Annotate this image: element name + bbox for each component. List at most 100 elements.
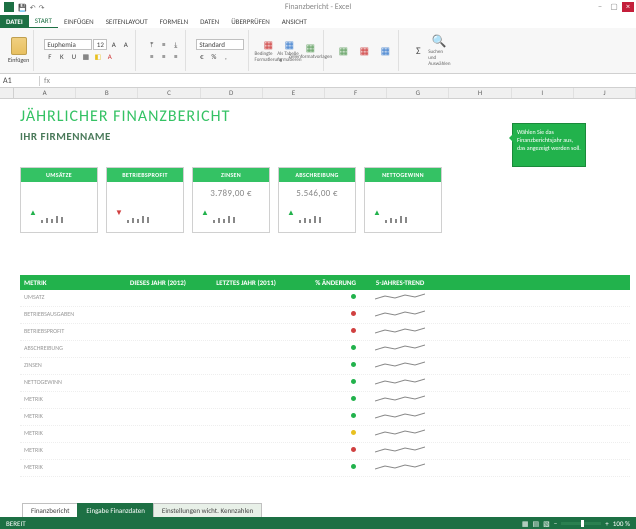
zoom-in-button[interactable]: + [605,519,609,528]
sheet-tab-finanzbericht[interactable]: Finanzbericht [22,503,78,517]
tab-file[interactable]: DATEI [0,15,29,28]
align-top-button[interactable]: ⤒ [146,39,157,50]
tab-review[interactable]: ÜBERPRÜFEN [225,15,276,28]
tab-data[interactable]: DATEN [194,15,225,28]
tab-pagelayout[interactable]: SEITENLAYOUT [100,15,154,28]
select-all-corner[interactable] [0,88,14,98]
delete-cells-button[interactable]: ▦ [355,41,373,61]
cell-change [280,426,360,442]
maximize-button[interactable]: ▢ [608,2,620,12]
redo-icon[interactable]: ↷ [39,3,45,12]
sheet-tabs: Finanzbericht Eingabe Finanzdaten Einste… [22,503,261,517]
cell-metric-name: UMSATZ [20,290,100,306]
undo-icon[interactable]: ↶ [30,3,36,12]
table-row[interactable]: METRIK [20,392,630,409]
bold-button[interactable]: F [44,51,55,62]
ribbon-group-cells: ▦ ▦ ▦ [330,30,399,71]
view-page-icon[interactable]: ▤ [533,519,540,528]
table-row[interactable]: METRIK [20,409,630,426]
kpi-card[interactable]: BETRIEBSPROFIT▼ [106,167,184,233]
align-mid-button[interactable]: ≡ [158,39,169,50]
save-icon[interactable]: 💾 [18,3,27,12]
cell-trend [360,290,440,306]
cell-styles-button[interactable]: ▦Zellenformatvorlagen [301,41,319,61]
table-row[interactable]: ABSCHREIBUNG [20,341,630,358]
underline-button[interactable]: U [68,51,79,62]
font-size-select[interactable]: 12 [93,39,107,50]
worksheet-area[interactable]: JÄHRLICHER FINANZBERICHT IHR FIRMENNAME … [0,99,636,499]
table-row[interactable]: METRIK [20,460,630,477]
align-left-button[interactable]: ≡ [146,51,157,62]
title-bar: 💾 ↶ ↷ Finanzbericht - Excel − ▢ × [0,0,636,14]
table-row[interactable]: ZINSEN [20,358,630,375]
col-header[interactable]: J [574,88,636,98]
zoom-slider[interactable] [561,522,601,525]
autosum-button[interactable]: Σ [409,41,427,61]
tab-start[interactable]: START [29,14,58,28]
ribbon-group-align: ⤒ ≡ ⤓ ≡ ≡ ≡ [142,30,186,71]
kpi-card[interactable]: UMSÄTZE▲ [20,167,98,233]
font-name-select[interactable]: Euphemia [44,39,92,50]
table-row[interactable]: METRIK [20,426,630,443]
close-button[interactable]: × [622,2,634,12]
currency-button[interactable]: € [196,51,207,62]
align-right-button[interactable]: ≡ [170,51,181,62]
col-header[interactable]: D [201,88,263,98]
tab-insert[interactable]: EINFÜGEN [58,15,100,28]
italic-button[interactable]: K [56,51,67,62]
minimize-button[interactable]: − [594,2,606,12]
cell-change [280,409,360,425]
format-cells-button[interactable]: ▦ [376,41,394,61]
col-header[interactable]: H [449,88,511,98]
tab-formulas[interactable]: FORMELN [154,15,194,28]
find-button[interactable]: 🔍Suchen und Auswählen [430,41,448,61]
col-header[interactable]: B [76,88,138,98]
col-header[interactable]: C [138,88,200,98]
cell-trend [360,375,440,391]
number-format-select[interactable]: Standard [196,39,244,50]
conditional-format-button[interactable]: ▦Bedingte Formatierung [259,41,277,61]
table-row[interactable]: BETRIEBSAUSGABEN [20,307,630,324]
kpi-card-value: 5.546,00 € [283,188,351,199]
table-row[interactable]: METRIK [20,443,630,460]
sheet-tab-eingabe[interactable]: Eingabe Finanzdaten [77,503,154,517]
col-header[interactable]: F [325,88,387,98]
name-box[interactable]: A1 [0,76,40,86]
decrease-font-button[interactable]: A [120,39,131,50]
col-header[interactable]: I [512,88,574,98]
kpi-card[interactable]: ABSCHREIBUNG5.546,00 €▲ [278,167,356,233]
status-bar: BEREIT ▦ ▤ ▧ − + 100 % [0,517,636,529]
tab-view[interactable]: ANSICHT [276,15,313,28]
change-indicator-icon [351,379,356,384]
fill-color-button[interactable]: ◧ [92,51,103,62]
table-row[interactable]: NETTOGEWINN [20,375,630,392]
zoom-level[interactable]: 100 % [613,519,630,528]
cell-last-year [190,375,280,391]
kpi-card[interactable]: NETTOGEWINN▲ [364,167,442,233]
col-header[interactable]: A [14,88,76,98]
kpi-card[interactable]: ZINSEN3.789,00 €▲ [192,167,270,233]
table-row[interactable]: UMSATZ [20,290,630,307]
sheet-tab-einstellungen[interactable]: Einstellungen wicht. Kennzahlen [153,503,262,517]
percent-button[interactable]: % [208,51,219,62]
paste-button[interactable]: Einfügen [8,37,29,64]
insert-cells-button[interactable]: ▦ [334,41,352,61]
fx-icon[interactable]: fx [40,76,54,86]
font-color-button[interactable]: A [104,51,115,62]
view-break-icon[interactable]: ▧ [543,519,550,528]
col-header[interactable]: G [387,88,449,98]
table-row[interactable]: BETRIEBSPROFIT [20,324,630,341]
col-header[interactable]: E [263,88,325,98]
quick-access-toolbar: 💾 ↶ ↷ [18,3,44,12]
align-center-button[interactable]: ≡ [158,51,169,62]
ribbon-group-number: Standard € % , [192,30,249,71]
cell-this-year [100,341,190,357]
border-button[interactable]: ▦ [80,51,91,62]
increase-font-button[interactable]: A [108,39,119,50]
change-indicator-icon [351,345,356,350]
cell-change [280,324,360,340]
align-bot-button[interactable]: ⤓ [170,39,181,50]
view-normal-icon[interactable]: ▦ [522,519,529,528]
zoom-out-button[interactable]: − [554,519,558,528]
comma-button[interactable]: , [220,51,231,62]
